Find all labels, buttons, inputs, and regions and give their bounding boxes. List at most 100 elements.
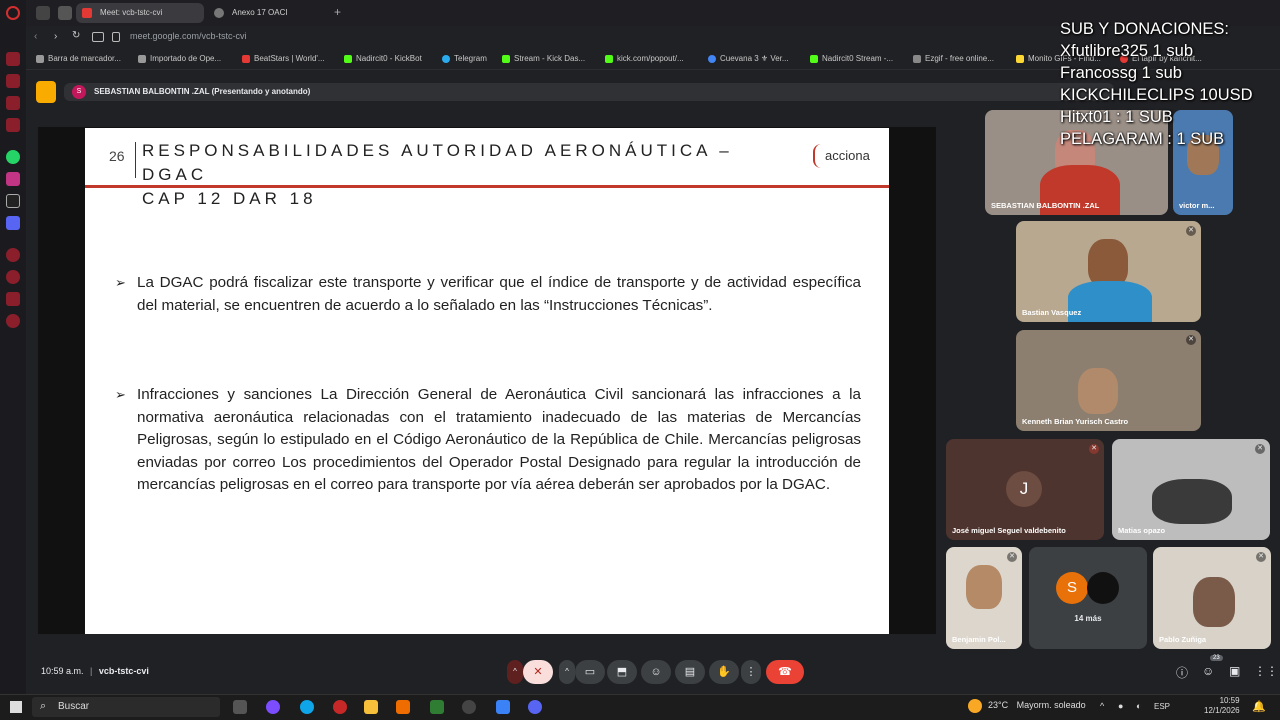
raise-hand-icon[interactable]: ✋ — [709, 660, 739, 684]
new-tab-button[interactable]: + — [334, 5, 341, 19]
store-icon[interactable] — [496, 700, 510, 714]
network-icon[interactable]: ◐ — [1136, 701, 1141, 711]
mic-options-button[interactable]: ^ — [507, 660, 523, 684]
more-options-icon[interactable]: ⋮ — [741, 660, 761, 684]
tab-meet[interactable]: Meet: vcb-tstc-cvi — [76, 3, 204, 23]
bookmark-item[interactable]: Nadircit0 Stream -... — [810, 54, 893, 63]
camera-icon[interactable]: ▭ — [575, 660, 605, 684]
tab-anexo[interactable]: Anexo 17 OACI — [208, 3, 328, 23]
participant-name: José miguel Seguel valdebenito — [952, 526, 1066, 535]
more-participants-label: 14 más — [1074, 614, 1102, 623]
tab-islands-icon[interactable] — [36, 6, 50, 20]
participant-tile[interactable]: ✕ Benjamin Pol... — [946, 547, 1022, 649]
participant-name: Matias opazo — [1118, 526, 1166, 535]
bookmark-item[interactable]: Cuevana 3 ⚜ Ver... — [708, 54, 789, 63]
keyboard-language[interactable]: ESP — [1154, 702, 1170, 711]
app-icon[interactable] — [462, 700, 476, 714]
whatsapp-icon[interactable] — [6, 150, 20, 164]
participant-tile[interactable]: ✕ Matias opazo — [1112, 439, 1270, 540]
app-icon[interactable] — [396, 700, 410, 714]
emoji-icon[interactable]: ☺ — [641, 660, 671, 684]
discord-icon[interactable] — [6, 216, 20, 230]
present-screen-icon[interactable]: ⬒ — [607, 660, 637, 684]
participant-count-badge: 23 — [1210, 655, 1223, 661]
reload-icon[interactable]: ↻ — [72, 30, 80, 41]
history-icon[interactable] — [6, 248, 20, 262]
people-icon[interactable]: ☺ — [1202, 664, 1214, 678]
meeting-code: vcb-tstc-cvi — [98, 666, 149, 676]
windows-start-icon[interactable] — [10, 701, 22, 713]
aria-icon[interactable] — [6, 52, 20, 66]
pin-icon[interactable] — [36, 81, 56, 103]
slide-title-line1: RESPONSABILIDADES AUTORIDAD AERONÁUTICA … — [142, 141, 733, 184]
music-icon[interactable] — [6, 118, 20, 132]
workspace-icon[interactable] — [58, 6, 72, 20]
overlay-line: PELAGARAM : 1 SUB — [1060, 130, 1225, 148]
bookmark-item[interactable]: Telegram — [442, 54, 487, 63]
participant-video — [1152, 479, 1232, 524]
mic-off-icon: ✕ — [1256, 552, 1266, 562]
back-icon[interactable]: ‹ — [34, 31, 37, 42]
bookmark-label: Telegram — [454, 54, 487, 63]
overlay-line: Francossg 1 sub — [1060, 64, 1182, 82]
bookmark-label: Nadircit0 - KickBot — [356, 54, 422, 63]
chat-icon[interactable]: ▣ — [1229, 664, 1240, 678]
extensions-icon[interactable] — [6, 292, 20, 306]
camera-icon[interactable] — [92, 32, 104, 42]
bookmark-item[interactable]: BeatStars | World'... — [242, 54, 325, 63]
bookmark-item[interactable]: Importado de Ope... — [138, 54, 221, 63]
overlay-line: KICKCHILECLIPS 10USD — [1060, 86, 1253, 104]
mic-off-icon[interactable]: ✕ — [523, 660, 553, 684]
clock-icon[interactable] — [6, 270, 20, 284]
excel-icon[interactable] — [430, 700, 444, 714]
weather-widget[interactable]: 23°C Mayorm. soleado — [988, 700, 1086, 710]
instagram-icon[interactable] — [6, 172, 20, 186]
participant-tile[interactable]: J ✕ José miguel Seguel valdebenito — [946, 439, 1104, 540]
presenter-avatar: S — [72, 85, 86, 99]
weather-icon[interactable] — [968, 699, 982, 713]
bookmark-label: Stream - Kick Das... — [514, 54, 586, 63]
bookmark-item[interactable]: Nadircit0 - KickBot — [344, 54, 422, 63]
discord-icon[interactable] — [528, 700, 542, 714]
camera-options-button[interactable]: ^ — [559, 660, 575, 684]
info-icon[interactable]: ⓘ — [1176, 664, 1188, 681]
tiktok-icon[interactable] — [6, 194, 20, 208]
end-call-button[interactable]: ☎ — [766, 660, 804, 684]
participant-tile[interactable]: ✕ Bastian Vasquez — [1016, 221, 1201, 322]
activities-icon[interactable]: ⋮⋮ — [1254, 664, 1278, 678]
messenger-icon[interactable] — [6, 96, 20, 110]
participant-avatar: S — [1056, 572, 1088, 604]
participant-video — [1078, 368, 1118, 414]
opera-logo-icon[interactable] — [6, 6, 20, 20]
notifications-icon[interactable]: 🔔 — [1252, 700, 1266, 713]
taskbar-search[interactable]: Buscar — [32, 697, 220, 717]
captions-icon[interactable]: ▤ — [675, 660, 705, 684]
task-view-icon[interactable] — [233, 700, 247, 714]
participant-tile-more[interactable]: S 14 más — [1029, 547, 1147, 649]
file-explorer-icon[interactable] — [364, 700, 378, 714]
crypto-wallet-icon[interactable] — [6, 74, 20, 88]
url-field[interactable]: meet.google.com/vcb-tstc-cvi — [130, 31, 247, 41]
bookmark-item[interactable]: kick.com/popout/... — [605, 54, 684, 63]
stream-overlay: SUB Y DONACIONES: Xfutlibre325 1 sub Fra… — [1060, 18, 1280, 150]
participant-tile[interactable]: ✕ Kenneth Brian Yurisch Castro — [1016, 330, 1201, 431]
copilot-icon[interactable] — [266, 700, 280, 714]
bookmark-item[interactable]: Barra de marcador... — [36, 54, 121, 63]
participant-name: SEBASTIAN BALBONTIN .ZAL — [991, 201, 1100, 210]
microphone-icon[interactable]: ● — [1118, 701, 1123, 711]
bookmark-label: BeatStars | World'... — [254, 54, 325, 63]
tab-label: Anexo 17 OACI — [232, 8, 288, 17]
lock-icon[interactable] — [112, 32, 120, 42]
edge-icon[interactable] — [300, 700, 314, 714]
bookmark-item[interactable]: Stream - Kick Das... — [502, 54, 585, 63]
forward-icon[interactable]: › — [54, 31, 57, 42]
participant-tile[interactable]: ✕ Pablo Zuñiga — [1153, 547, 1271, 649]
settings-icon[interactable] — [6, 314, 20, 328]
arrow-bullet-icon: ➢ — [115, 275, 126, 290]
weather-temp: 23°C — [988, 700, 1009, 710]
slide-title-line2: CAP 12 DAR 18 — [142, 189, 317, 208]
tray-chevron-icon[interactable]: ^ — [1100, 701, 1104, 711]
bookmark-item[interactable]: Ezgif - free online... — [913, 54, 994, 63]
opera-gx-icon[interactable] — [333, 700, 347, 714]
taskbar-clock[interactable]: 10:59 12/1/2026 — [1204, 696, 1240, 716]
